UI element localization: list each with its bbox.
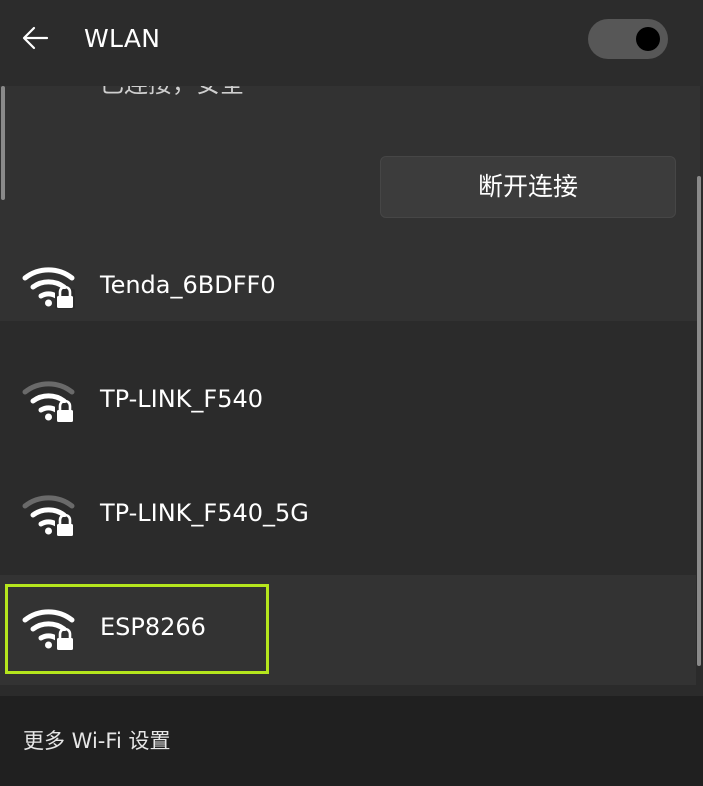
more-wifi-settings-link[interactable]: 更多 Wi-Fi 设置: [23, 726, 170, 756]
network-name: TP-LINK_F540_5G: [100, 499, 309, 527]
list-scrollbar[interactable]: [697, 176, 701, 666]
wifi-secured-icon: [22, 267, 75, 309]
network-item-tp-link-f540-5g[interactable]: TP-LINK_F540_5G: [0, 461, 696, 571]
wifi-toggle[interactable]: [588, 19, 668, 59]
network-list: 已连接，安全 断开连接 Tenda_6BDFF0 TP-LINK_F540: [0, 86, 703, 694]
toggle-knob: [636, 27, 660, 51]
back-button[interactable]: [18, 20, 54, 56]
disconnect-button[interactable]: 断开连接: [380, 156, 676, 218]
wifi-secured-icon: [22, 495, 75, 537]
network-name: Tenda_6BDFF0: [100, 271, 276, 299]
footer: 更多 Wi-Fi 设置: [0, 696, 703, 786]
network-item-tenda-6bdff0[interactable]: Tenda_6BDFF0: [0, 233, 696, 343]
connection-status: 已连接，安全: [100, 86, 244, 98]
wifi-secured-icon: [22, 381, 75, 423]
header-bar: WLAN: [0, 0, 703, 86]
network-name: TP-LINK_F540: [100, 385, 264, 413]
selection-highlight: [5, 584, 269, 674]
arrow-left-icon: [22, 26, 49, 50]
card-scrollbar[interactable]: [1, 86, 5, 200]
page-title: WLAN: [84, 24, 161, 53]
network-item-tp-link-f540[interactable]: TP-LINK_F540: [0, 347, 696, 457]
